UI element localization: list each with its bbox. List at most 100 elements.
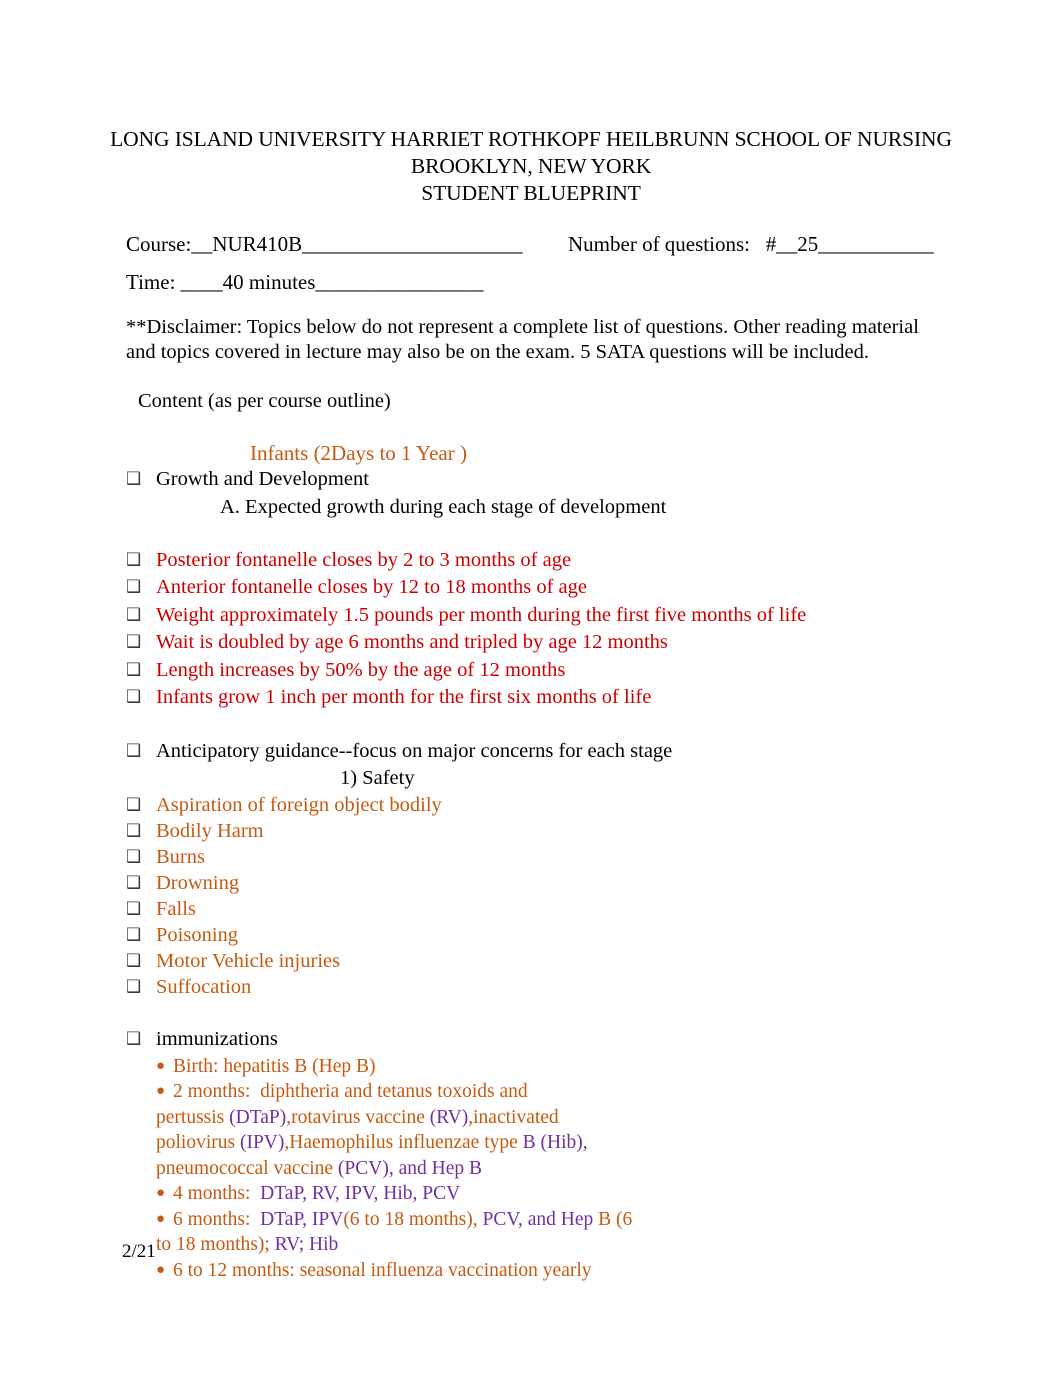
list-item-anticipatory-guidance: ❑ Anticipatory guidance--focus on major … [0,738,1062,766]
immunization-text-segment: 2 months: diphtheria and tetanus toxoids… [168,1081,528,1102]
document-header: LONG ISLAND UNIVERSITY HARRIET ROTHKOPF … [0,0,1062,207]
list-item-label: Infants grow 1 inch per month for the fi… [156,686,652,708]
immunization-text-segment: 6 months: [168,1208,261,1230]
growth-points-list: ❑ Posterior fontanelle closes by 2 to 3 … [0,547,1062,712]
immunization-text-segment: (PCV), and Hep B [337,1157,482,1179]
wingding-bullet-icon: ❑ [126,659,142,680]
wingding-bullet-icon: ❑ [126,549,142,570]
list-item-label: Falls [156,898,196,920]
list-item-label: Wait is doubled by age 6 months and trip… [156,631,668,653]
list-item: ❑ Wait is doubled by age 6 months and tr… [0,629,1062,657]
list-item: ❑ Length increases by 50% by the age of … [0,657,1062,685]
wingding-bullet-icon: ❑ [126,604,142,625]
list-item-label: Anticipatory guidance--focus on major co… [156,739,673,762]
time-meta-row: Time: ____40 minutes________________ [0,269,1062,295]
immunization-text-segment: to 18 months); [156,1234,275,1255]
immunization-line: ● Birth: hepatitis B (Hep B) [0,1054,1062,1080]
immunization-text-segment: (DTaP) [229,1106,287,1128]
list-item: ❑ Suffocation [0,974,1062,1000]
immunization-text-segment: B (6 [593,1208,633,1230]
wingding-bullet-icon: ❑ [126,687,142,707]
list-item: ❑ Burns [0,844,1062,870]
list-item-immunizations: ❑ immunizations [0,1026,1062,1054]
wingding-bullet-icon: ❑ [126,577,142,597]
list-item-label: Suffocation [156,976,252,998]
immunization-text-segment: poliovirus [156,1132,240,1153]
course-meta-row: Course:__NUR410B_____________________ Nu… [0,231,1062,257]
list-item: ❑ Anterior fontanelle closes by 12 to 18… [0,574,1062,602]
wingding-bullet-icon: ❑ [126,977,142,997]
list-item-label: Anterior fontanelle closes by 12 to 18 m… [156,576,587,598]
wingding-bullet-icon: ❑ [126,821,142,841]
list-item: ❑ Falls [0,896,1062,922]
list-item-label: Motor Vehicle injuries [156,950,341,972]
immunization-text-segment: ,inactivated [468,1106,559,1128]
list-item: ❑ Drowning [0,870,1062,896]
bullet-dot-icon: ● [156,1261,166,1278]
bullet-dot-icon: ● [156,1185,166,1201]
list-item: ❑ Motor Vehicle injuries [0,948,1062,974]
list-item-label: Length increases by 50% by the age of 12… [156,658,566,681]
wingding-bullet-icon: ❑ [126,795,142,815]
list-item: ❑ Poisoning [0,922,1062,948]
institution-line-1: LONG ISLAND UNIVERSITY HARRIET ROTHKOPF … [110,127,952,151]
immunization-line: poliovirus (IPV),Haemophilus influenzae … [0,1130,1062,1156]
list-item-label: Aspiration of foreign object bodily [156,794,442,816]
institution-line-2: BROOKLYN, NEW YORK [410,154,652,178]
document-page: LONG ISLAND UNIVERSITY HARRIET ROTHKOPF … [0,0,1062,1377]
time-label: Time: [126,270,176,294]
list-item-label: Drowning [156,872,240,894]
immunization-text-segment: 4 months: [168,1183,261,1204]
document-subtitle: STUDENT BLUEPRINT [421,181,641,205]
immunization-text-segment: pneumococcal vaccine [156,1157,338,1179]
wingding-bullet-icon: ❑ [126,632,142,652]
immunization-text-segment: Birth: hepatitis B (Hep B) [168,1055,376,1077]
sub-item-expected-growth: A. Expected growth during each stage of … [220,495,667,518]
immunization-text-segment: B (Hib), [522,1132,588,1153]
list-item: ❑ Bodily Harm [0,818,1062,844]
immunization-text-segment: (IPV) [239,1132,285,1153]
disclaimer-paragraph: **Disclaimer: Topics below do not repres… [126,316,919,363]
wingding-bullet-icon: ❑ [126,925,142,945]
immunization-text-segment: PCV, and Hep [482,1208,594,1230]
sub-item-safety: 1) Safety [340,767,415,789]
immunization-text-segment: ,rotavirus vaccine [286,1106,430,1128]
wingding-bullet-icon: ❑ [126,951,142,971]
immunization-line: ● 6 months: DTaP, IPV(6 to 18 months), P… [0,1207,1062,1233]
course-field: Course:__NUR410B_____________________ [126,231,523,257]
wingding-bullet-icon: ❑ [126,469,142,489]
wingding-bullet-icon: ❑ [126,873,142,893]
list-item-label: Posterior fontanelle closes by 2 to 3 mo… [156,548,572,571]
immunization-text-segment: DTaP, IPV [260,1208,344,1230]
immunization-line: ● 4 months: DTaP, RV, IPV, Hib, PCV [0,1181,1062,1207]
bullet-dot-icon: ● [156,1057,166,1074]
immunization-line: ● 2 months: diphtheria and tetanus toxoi… [0,1079,1062,1105]
immunization-text-segment: DTaP, RV, IPV, Hib, PCV [260,1183,461,1204]
immunization-line: pertussis (DTaP),rotavirus vaccine (RV),… [0,1105,1062,1131]
course-label: Course: [126,232,192,256]
immunization-text-segment: 6 to 12 months: seasonal influenza vacci… [168,1259,592,1281]
list-item-label: Growth and Development [156,468,369,490]
time-value: ____40 minutes________________ [180,270,484,294]
wingding-bullet-icon: ❑ [126,899,142,919]
wingding-bullet-icon: ❑ [126,847,142,867]
questions-field: Number of questions: #__25___________ [568,231,934,257]
immunization-line: ● 6 to 12 months: seasonal influenza vac… [0,1258,1062,1284]
immunization-line: pneumococcal vaccine (PCV), and Hep B [0,1156,1062,1182]
time-field: Time: ____40 minutes________________ [126,269,483,295]
content-heading: Content (as per course outline) [138,390,391,412]
wingding-bullet-icon: ❑ [126,740,142,761]
bullet-dot-icon: ● [156,1210,166,1227]
immunization-text-segment: (RV) [429,1106,469,1128]
list-item-label: Burns [156,846,205,868]
immunization-text-segment: RV; Hib [274,1234,339,1255]
list-item: ❑ Aspiration of foreign object bodily [0,792,1062,818]
list-item-label: Poisoning [156,924,239,946]
questions-value: #__25___________ [765,232,934,256]
questions-label: Number of questions: [568,232,750,256]
immunization-text-segment: (6 to 18 months), [343,1208,483,1230]
list-item: ❑ Weight approximately 1.5 pounds per mo… [0,602,1062,630]
